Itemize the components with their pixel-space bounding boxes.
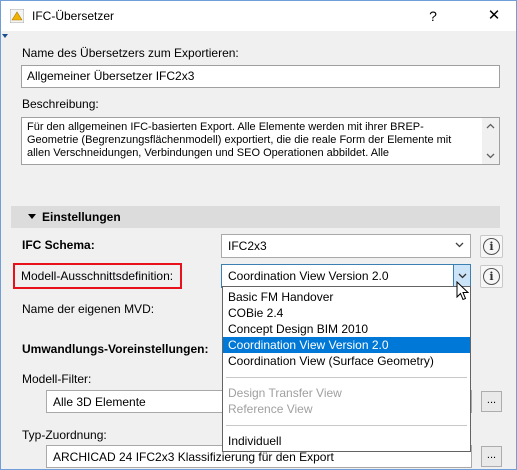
type-mapping-value: ARCHICAD 24 IFC2x3 Klassifizierung für d… bbox=[53, 450, 334, 464]
model-filter-more-button[interactable]: ... bbox=[481, 391, 502, 412]
dropdown-option-selected[interactable]: Coordination View Version 2.0 bbox=[223, 337, 470, 353]
type-mapping-more-button[interactable]: ... bbox=[481, 446, 502, 467]
chevron-down-icon bbox=[455, 242, 464, 248]
ifc-schema-info-button[interactable]: i bbox=[480, 235, 503, 258]
dropdown-option-disabled: Design Transfer View bbox=[228, 386, 342, 400]
ifc-schema-value: IFC2x3 bbox=[228, 239, 267, 253]
close-button[interactable]: ✕ bbox=[475, 3, 513, 29]
description-line: Für den allgemeinen IFC-basierten Export… bbox=[27, 121, 424, 133]
mvd-label: Modell-Ausschnittsdefinition: bbox=[21, 269, 174, 283]
dropdown-option-disabled: Reference View bbox=[228, 402, 313, 416]
dropdown-option[interactable]: Concept Design BIM 2010 bbox=[223, 321, 470, 337]
description-scrollbar[interactable] bbox=[482, 118, 499, 164]
dropdown-option[interactable]: COBie 2.4 bbox=[223, 305, 470, 321]
description-line: allen Verschneidungen, Verbindungen und … bbox=[27, 147, 390, 159]
scroll-down-icon[interactable] bbox=[486, 151, 495, 160]
mvd-select[interactable]: Coordination View Version 2.0 bbox=[221, 264, 471, 288]
settings-section-title: Einstellungen bbox=[42, 210, 121, 224]
own-mvd-label: Name der eigenen MVD: bbox=[22, 302, 155, 316]
translator-name-field[interactable]: Allgemeiner Übersetzer IFC2x3 bbox=[21, 65, 500, 88]
dropdown-separator bbox=[226, 425, 467, 426]
ifc-schema-select[interactable]: IFC2x3 bbox=[221, 234, 471, 258]
chevron-down-icon bbox=[458, 273, 467, 279]
mvd-value: Coordination View Version 2.0 bbox=[228, 269, 389, 283]
model-filter-value: Alle 3D Elemente bbox=[53, 395, 146, 409]
mvd-dropdown-list: Basic FM Handover COBie 2.4 Concept Desi… bbox=[222, 286, 471, 452]
model-filter-label: Modell-Filter: bbox=[22, 372, 92, 386]
title-bar: IFC-Übersetzer ? ✕ bbox=[1, 1, 516, 31]
description-line: Geometrie (Begrenzungsflächenmodell) exp… bbox=[27, 134, 452, 146]
side-marker-icon bbox=[2, 34, 8, 38]
window-title: IFC-Übersetzer bbox=[32, 9, 115, 23]
type-mapping-label: Typ-Zuordnung: bbox=[22, 428, 107, 442]
info-icon: i bbox=[483, 238, 500, 255]
scroll-up-icon[interactable] bbox=[486, 122, 495, 131]
mouse-cursor-icon bbox=[456, 281, 469, 301]
dropdown-option[interactable]: Individuell bbox=[223, 433, 470, 449]
description-textarea[interactable]: Für den allgemeinen IFC-basierten Export… bbox=[21, 117, 500, 165]
dropdown-option[interactable]: Coordination View (Surface Geometry) bbox=[223, 353, 470, 369]
ifc-schema-label: IFC Schema: bbox=[22, 238, 95, 252]
info-icon: i bbox=[483, 268, 500, 285]
mvd-info-button[interactable]: i bbox=[480, 265, 503, 288]
collapse-triangle-icon[interactable] bbox=[28, 214, 36, 219]
translator-name-label: Name des Übersetzers zum Exportieren: bbox=[22, 46, 239, 60]
settings-section-header[interactable]: Einstellungen bbox=[11, 206, 500, 228]
dropdown-separator bbox=[226, 377, 467, 378]
dropdown-option[interactable]: Basic FM Handover bbox=[223, 289, 470, 305]
description-label: Beschreibung: bbox=[22, 97, 99, 111]
app-icon bbox=[10, 9, 24, 23]
conversion-presets-label: Umwandlungs-Voreinstellungen: bbox=[22, 342, 209, 356]
help-button[interactable]: ? bbox=[415, 3, 451, 29]
